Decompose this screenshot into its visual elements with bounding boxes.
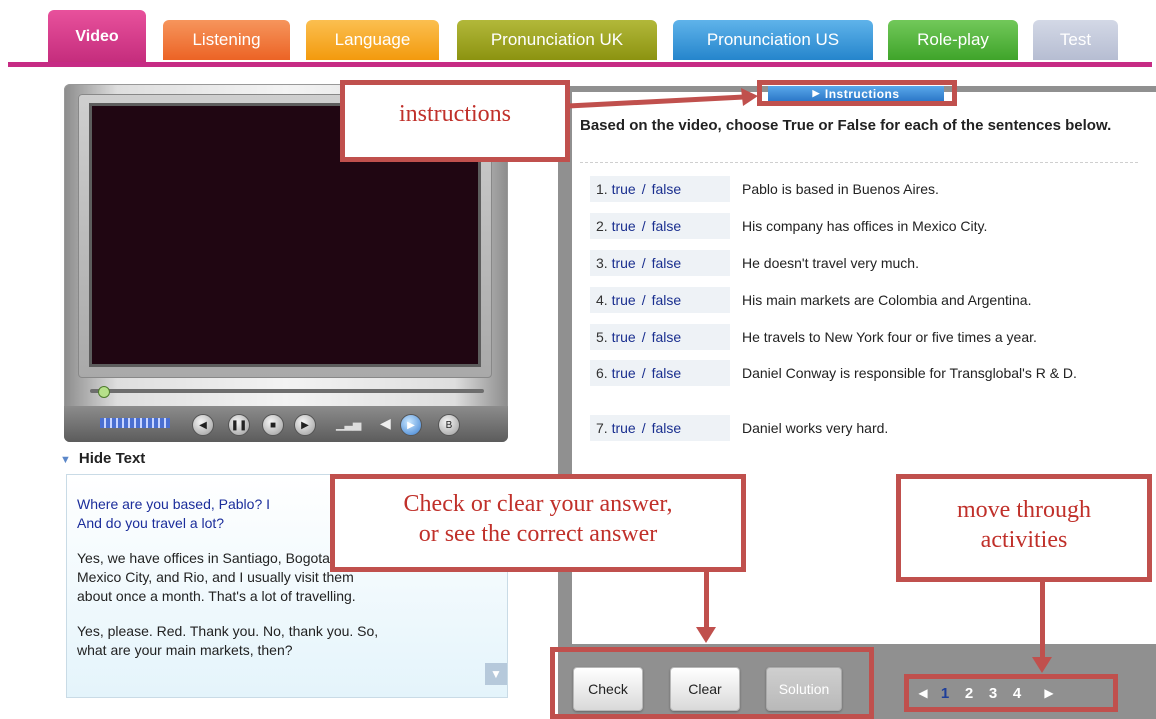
option-separator: / [641,329,646,345]
true-option[interactable]: true [612,181,636,197]
question-statement: Daniel Conway is responsible for Transgl… [742,365,1077,381]
option-separator: / [641,181,646,197]
question-row: 5. true / false He travels to New York four… [590,324,1150,354]
callout-instructions-frame [757,80,957,106]
question-row: 6. true / false Daniel Conway is responsibl… [590,360,1150,390]
question-row: 4. true / false His main markets are Colomb… [590,287,1150,317]
question-number: 2. [596,218,608,234]
true-false-choice: 7. true / false [590,415,730,441]
rewind-icon[interactable]: ◀ [192,414,214,436]
true-false-choice: 5. true / false [590,324,730,350]
signal-icon: ▁▃▅ [336,419,362,431]
false-option[interactable]: false [652,329,682,345]
callout-move-line [1040,580,1045,660]
activity-prompt: Based on the video, choose True or False… [580,117,1112,134]
question-statement: His main markets are Colombia and Argent… [742,292,1032,308]
question-number: 1. [596,181,608,197]
true-option[interactable]: true [612,292,636,308]
question-statement: He doesn't travel very much. [742,255,919,271]
true-false-choice: 4. true / false [590,287,730,313]
true-option[interactable]: true [612,329,636,345]
callout-instructions: instructions [340,80,570,162]
hide-text-toggle[interactable]: ▼ Hide Text [60,450,145,467]
false-option[interactable]: false [652,420,682,436]
callout-check-clear: Check or clear your answer, or see the co… [330,474,746,572]
true-option[interactable]: true [612,420,636,436]
question-statement: His company has offices in Mexico City. [742,218,988,234]
question-row: 3. true / false He doesn't travel very much… [590,250,1150,280]
scroll-down-icon[interactable]: ▼ [485,663,507,685]
question-row: 2. true / false His company has offices in … [590,213,1150,243]
seek-bar[interactable] [90,389,484,393]
question-number: 6. [596,365,608,381]
stop-icon[interactable]: ■ [262,414,284,436]
callout-instructions-arrow [567,88,758,109]
true-option[interactable]: true [612,365,636,381]
divider [580,162,1138,163]
pause-icon[interactable]: ❚❚ [228,414,250,436]
extra-icon[interactable]: B [438,414,460,436]
false-option[interactable]: false [652,255,682,271]
hide-text-label: Hide Text [78,450,146,467]
option-separator: / [641,255,646,271]
question-number: 3. [596,255,608,271]
true-false-choice: 3. true / false [590,250,730,276]
callout-check-frame [550,647,874,719]
collapse-triangle-icon: ▼ [60,454,71,466]
false-option[interactable]: false [652,181,682,197]
speaker-icon[interactable]: ◀ [380,415,391,432]
option-separator: / [641,218,646,234]
question-number: 5. [596,329,608,345]
transcript-answer-2: Yes, please. Red. Thank you. No, thank y… [77,623,379,658]
seek-handle[interactable] [98,386,110,398]
option-separator: / [641,365,646,381]
option-separator: / [641,292,646,308]
question-number: 7. [596,420,608,436]
tab-test[interactable]: Test [1033,20,1118,60]
callout-check-line [704,570,709,628]
true-false-choice: 6. true / false [590,360,730,386]
fast-forward-icon[interactable]: ▶ [294,414,316,436]
tab-video[interactable]: Video [48,10,146,62]
tab-pronunciation-us[interactable]: Pronunciation US [673,20,873,60]
question-statement: He travels to New York four or five time… [742,329,1037,345]
true-false-choice: 1. true / false [590,176,730,202]
false-option[interactable]: false [652,292,682,308]
volume-bars-icon[interactable] [100,418,170,428]
callout-move: move through activities [896,474,1152,582]
false-option[interactable]: false [652,218,682,234]
true-false-choice: 2. true / false [590,213,730,239]
callout-move-frame [904,674,1118,712]
tab-listening[interactable]: Listening [163,20,290,60]
tab-language[interactable]: Language [306,20,439,60]
tab-pronunciation-uk[interactable]: Pronunciation UK [457,20,657,60]
true-option[interactable]: true [612,255,636,271]
true-option[interactable]: true [612,218,636,234]
false-option[interactable]: false [652,365,682,381]
tab-role-play[interactable]: Role-play [888,20,1018,60]
question-row: 1. true / false Pablo is based in Buenos Ai… [590,176,1150,206]
question-row: 7. true / false Daniel works very hard. [590,415,1150,445]
option-separator: / [641,420,646,436]
question-statement: Daniel works very hard. [742,420,889,436]
tab-underline [8,62,1152,67]
callout-move-arrowhead [1032,657,1052,673]
question-statement: Pablo is based in Buenos Aires. [742,181,939,197]
play-icon[interactable]: ▶ [400,414,422,436]
player-controls: ◀ ❚❚ ■ ▶ ▁▃▅ ◀ ▶ B [64,406,508,442]
question-number: 4. [596,292,608,308]
callout-check-arrowhead [696,627,716,643]
